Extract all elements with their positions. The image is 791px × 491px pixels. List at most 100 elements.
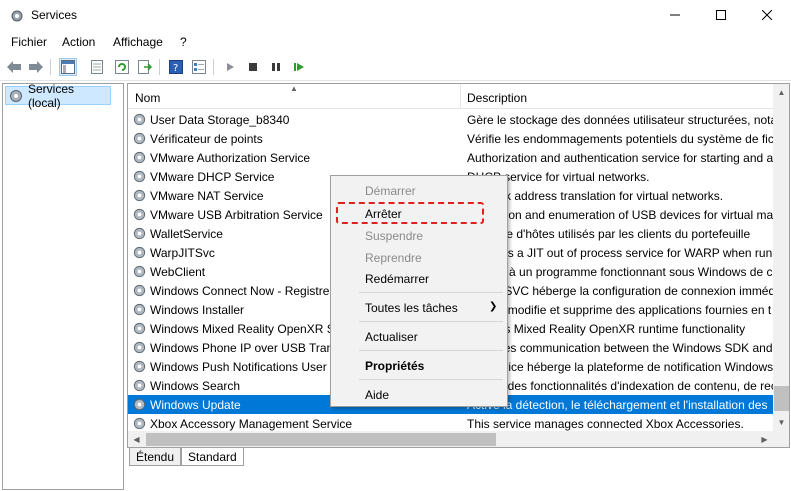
- play-icon: [227, 63, 234, 71]
- horizontal-scrollbar[interactable]: ◀ ▶: [128, 431, 773, 447]
- service-gear-icon: [133, 417, 146, 430]
- menu-separator: [359, 350, 503, 351]
- service-description: Gère le stockage des données utilisateur…: [467, 113, 773, 127]
- close-icon: [762, 10, 772, 20]
- menu-separator: [359, 379, 503, 380]
- arreter-highlight-annotation: [336, 202, 484, 224]
- column-divider[interactable]: [460, 84, 461, 109]
- back-arrow-icon: [7, 61, 21, 73]
- pause-icon: [272, 63, 280, 71]
- properties-icon: [192, 60, 206, 74]
- scroll-left-icon[interactable]: ◀: [128, 431, 145, 447]
- menu-item-actualiser[interactable]: Actualiser: [365, 330, 418, 344]
- console-tree: Services (local): [2, 82, 124, 490]
- list-view-icon: [91, 60, 103, 74]
- scroll-right-icon[interactable]: ▶: [756, 431, 773, 447]
- menu-item-suspendre[interactable]: Suspendre: [365, 229, 423, 243]
- service-name: Vérificateur de points: [150, 132, 263, 146]
- console-tree-icon: [61, 60, 75, 74]
- menu-fichier[interactable]: Fichier: [11, 35, 47, 49]
- vertical-scroll-thumb[interactable]: [774, 386, 789, 411]
- menu-item-aide[interactable]: Aide: [365, 388, 389, 402]
- column-header-description[interactable]: Description: [467, 91, 527, 105]
- table-row[interactable]: User Data Storage_b8340 Gère le stockage …: [128, 110, 773, 129]
- help-book-icon: ?: [169, 60, 183, 74]
- maximize-button[interactable]: [698, 0, 744, 30]
- menu-separator: [359, 292, 503, 293]
- service-gear-icon: [133, 398, 146, 411]
- tree-item-label: Services (local): [28, 81, 75, 110]
- refresh-button[interactable]: [113, 58, 131, 76]
- service-description: Provides a JIT out of process service fo…: [467, 246, 773, 260]
- view-list-button[interactable]: [88, 58, 106, 76]
- service-description: Network address translation for virtual …: [467, 189, 724, 203]
- tree-item-services-local[interactable]: Services (local): [5, 82, 111, 110]
- menu-item-demarrer[interactable]: Démarrer: [365, 184, 416, 198]
- service-gear-icon: [133, 379, 146, 392]
- export-list-button[interactable]: [136, 58, 154, 76]
- menu-item-proprietes[interactable]: Propriétés: [365, 359, 424, 373]
- minimize-icon: [670, 14, 680, 16]
- horizontal-scroll-thumb[interactable]: [146, 433, 496, 446]
- service-gear-icon: [133, 360, 146, 373]
- list-header: ▲ Nom Description: [128, 84, 773, 109]
- service-gear-icon: [133, 265, 146, 278]
- service-gear-icon: [133, 246, 146, 259]
- menu-item-redemarrer[interactable]: Redémarrer: [365, 272, 429, 286]
- service-gear-icon: [133, 151, 146, 164]
- stop-icon: [249, 63, 257, 71]
- forward-button[interactable]: [27, 58, 45, 76]
- table-row[interactable]: VMware Authorization Service Authorizatio…: [128, 148, 773, 167]
- toolbar-separator: [159, 59, 160, 75]
- maximize-icon: [716, 10, 726, 20]
- menu-affichage[interactable]: Affichage: [113, 35, 163, 49]
- service-description: DHCP service for virtual networks.: [467, 170, 650, 184]
- service-description: WCNCSVC héberge la configuration de conn…: [467, 284, 773, 298]
- service-gear-icon: [133, 322, 146, 335]
- service-description: Arbitration and enumeration of USB devic…: [467, 208, 773, 222]
- export-icon: [138, 60, 152, 74]
- minimize-button[interactable]: [652, 0, 698, 30]
- scroll-down-icon[interactable]: ▼: [773, 414, 789, 431]
- service-gear-icon: [133, 132, 146, 145]
- column-header-name[interactable]: Nom: [135, 91, 160, 105]
- pause-service-button[interactable]: [267, 58, 285, 76]
- show-tree-button[interactable]: [59, 58, 77, 76]
- service-description: Authorization and authentication service…: [467, 151, 773, 165]
- service-gear-icon: [133, 170, 146, 183]
- svg-text:?: ?: [173, 63, 178, 74]
- stop-service-button[interactable]: [244, 58, 262, 76]
- tab-etendu[interactable]: Étendu: [129, 448, 182, 466]
- service-gear-icon: [133, 341, 146, 354]
- properties-button[interactable]: [190, 58, 208, 76]
- forward-arrow-icon: [29, 61, 43, 73]
- service-description: Active la détection, le téléchargement e…: [467, 398, 768, 412]
- scroll-up-icon[interactable]: ▲: [773, 84, 789, 101]
- refresh-icon: [115, 60, 129, 74]
- menu-action[interactable]: Action: [62, 35, 95, 49]
- back-button[interactable]: [5, 58, 23, 76]
- service-name: Xbox Accessory Management Service: [150, 417, 353, 431]
- toolbar-separator: [213, 59, 214, 75]
- restart-icon: [294, 63, 304, 71]
- table-row[interactable]: Vérificateur de points Vérifie les endomm…: [128, 129, 773, 148]
- close-button[interactable]: [744, 0, 790, 30]
- tab-standard[interactable]: Standard: [181, 448, 244, 466]
- start-service-button[interactable]: [221, 58, 239, 76]
- service-gear-icon: [133, 189, 146, 202]
- help-button[interactable]: ?: [167, 58, 185, 76]
- window-title: Services: [31, 8, 78, 22]
- toolbar-separator: [50, 59, 51, 75]
- vertical-scrollbar[interactable]: ▲ ▼: [773, 84, 789, 431]
- service-description: This service manages connected Xbox Acce…: [467, 417, 744, 431]
- service-description: Enables Mixed Reality OpenXR runtime fun…: [467, 322, 746, 336]
- restart-service-button[interactable]: [290, 58, 308, 76]
- service-name: User Data Storage_b8340: [150, 113, 290, 127]
- menu-item-reprendre[interactable]: Reprendre: [365, 251, 422, 265]
- menu-help[interactable]: ?: [180, 35, 187, 49]
- menu-item-toutes-les-taches[interactable]: Toutes les tâches: [365, 301, 458, 315]
- services-gear-icon: [10, 89, 22, 102]
- service-gear-icon: [133, 284, 146, 297]
- service-gear-icon: [133, 208, 146, 221]
- service-description: Ajoute, modifie et supprime des applicat…: [467, 303, 772, 317]
